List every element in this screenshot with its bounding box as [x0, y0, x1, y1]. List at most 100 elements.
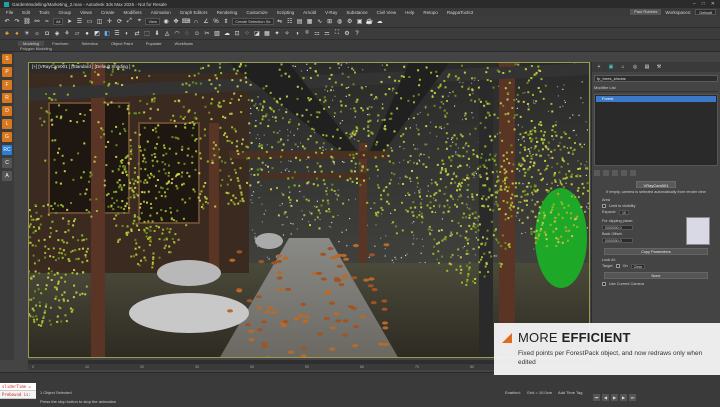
move-icon[interactable]: ✛: [105, 18, 113, 26]
vray-clipper-icon[interactable]: ✂: [203, 30, 211, 38]
vray-scene-convert-icon[interactable]: ⇄: [133, 30, 141, 38]
vray-camera-icon[interactable]: ◘: [43, 30, 51, 38]
clear-button[interactable]: Clear: [630, 263, 646, 269]
railclone-icon[interactable]: ♠: [13, 30, 21, 38]
show-end-result-icon[interactable]: [603, 170, 609, 176]
use-current-camera-checkbox[interactable]: [602, 281, 606, 286]
placement-icon[interactable]: ⌖: [135, 18, 143, 26]
vray-dome-icon[interactable]: ◠: [173, 30, 181, 38]
sign-in-button[interactable]: Paul Roberts: [630, 9, 662, 15]
next-frame-icon[interactable]: ▶: [620, 394, 627, 401]
named-selection-dropdown[interactable]: Create Selection Se: [232, 18, 274, 25]
configure-sets-icon[interactable]: [630, 170, 636, 176]
menu-civil-view[interactable]: Civil View: [377, 10, 396, 15]
menu-animation[interactable]: Animation: [151, 10, 171, 15]
script-line-2[interactable]: Prebound is:: [0, 391, 36, 399]
vray-help-icon[interactable]: ?: [353, 30, 361, 38]
undo-icon[interactable]: ↶: [3, 18, 11, 26]
snap-icon[interactable]: ∩: [192, 18, 200, 26]
vray-physical-camera-icon[interactable]: ⌾: [303, 30, 311, 38]
viewport-label[interactable]: [+] [VRayCam001 ] [Standard ] [Default S…: [32, 64, 130, 69]
scene-explorer-icon[interactable]: ▦: [306, 18, 314, 26]
vray-toon-icon[interactable]: ☺: [193, 30, 201, 38]
hierarchy-tab[interactable]: ⌂: [618, 64, 628, 70]
vray-light-mix-icon[interactable]: ⚏: [313, 30, 321, 38]
curve-editor-icon[interactable]: ∿: [316, 18, 324, 26]
vray-stereo-icon[interactable]: ◑: [293, 30, 301, 38]
vray-proxy-icon[interactable]: ◈: [53, 30, 61, 38]
viewport[interactable]: [+] [VRayCam001 ] [Standard ] [Default S…: [28, 62, 590, 358]
reference-coord-dropdown[interactable]: View: [145, 18, 161, 25]
menu-vray[interactable]: V-Ray: [325, 10, 337, 15]
menu-help[interactable]: Help: [405, 10, 414, 15]
vray-chaos-icon[interactable]: ✧: [283, 30, 291, 38]
vray-scatter-icon[interactable]: ⁘: [243, 30, 251, 38]
spinner-snap-icon[interactable]: ⇕: [222, 18, 230, 26]
maxscript-listener[interactable]: sliderTime = Prebound is:: [0, 383, 36, 399]
left-tool-railclone[interactable]: RC: [2, 145, 12, 155]
pin-stack-icon[interactable]: [594, 170, 600, 176]
ribbon-tab-freeform[interactable]: Freeform: [47, 41, 73, 46]
left-tool-6[interactable]: L: [2, 119, 12, 129]
left-tool-3[interactable]: F: [2, 80, 12, 90]
select-by-name-icon[interactable]: ☰: [75, 18, 83, 26]
render-frame-icon[interactable]: ▣: [356, 18, 364, 26]
motion-tab[interactable]: ◎: [630, 64, 640, 70]
vray-ies-icon[interactable]: ◬: [163, 30, 171, 38]
make-unique-icon[interactable]: [612, 170, 618, 176]
vray-light-icon[interactable]: ☀: [23, 30, 31, 38]
left-tool-9[interactable]: C: [2, 158, 12, 168]
vray-grid-icon[interactable]: ▦: [263, 30, 271, 38]
render-icon[interactable]: ☕: [366, 18, 374, 26]
limit-visibility-checkbox[interactable]: [602, 203, 606, 208]
forest-pack-icon[interactable]: ♣: [3, 30, 11, 38]
menu-group[interactable]: Group: [59, 10, 72, 15]
vray-bake-icon[interactable]: ⬚: [143, 30, 151, 38]
schematic-view-icon[interactable]: ⊞: [326, 18, 334, 26]
vray-plane-icon[interactable]: ▱: [73, 30, 81, 38]
vray-env-icon[interactable]: ⛶: [333, 30, 341, 38]
workspace-dropdown[interactable]: Default: [695, 9, 716, 15]
vray-settings-icon[interactable]: ⚙: [343, 30, 351, 38]
material-editor-icon[interactable]: ◍: [336, 18, 344, 26]
close-button[interactable]: ✕: [711, 1, 715, 7]
script-line-1[interactable]: sliderTime =: [0, 383, 36, 391]
ribbon-tab-selection[interactable]: Selection: [76, 41, 102, 46]
none-button[interactable]: None: [604, 271, 708, 279]
menu-customize[interactable]: Customize: [246, 10, 267, 15]
vray-cosmos-icon[interactable]: ✦: [273, 30, 281, 38]
manipulate-icon[interactable]: ✥: [172, 18, 180, 26]
percent-snap-icon[interactable]: %: [212, 18, 220, 26]
clipping-spinner[interactable]: 0000000.0: [602, 224, 634, 230]
go-to-start-icon[interactable]: ⏮: [593, 394, 600, 401]
render-online-icon[interactable]: ☁: [376, 18, 384, 26]
window-crossing-icon[interactable]: ◫: [95, 18, 103, 26]
menu-edit[interactable]: Edit: [22, 10, 30, 15]
ribbon-tab-workflows[interactable]: Workflows: [170, 41, 198, 46]
ribbon-sub-label[interactable]: Polygon Modeling: [0, 46, 720, 52]
vray-sphere-icon[interactable]: ●: [83, 30, 91, 38]
modifier-list-dropdown[interactable]: Modifier List: [594, 85, 718, 92]
menu-retopo[interactable]: Retopo: [423, 10, 438, 15]
previous-frame-icon[interactable]: ◀: [602, 394, 609, 401]
menu-rendering[interactable]: Rendering: [217, 10, 238, 15]
remove-modifier-icon[interactable]: [621, 170, 627, 176]
vray-vfb-icon[interactable]: ◧: [103, 30, 111, 38]
mirror-icon[interactable]: ⇋: [276, 18, 284, 26]
ribbon-tab-modeling[interactable]: Modeling: [18, 40, 45, 46]
menu-create[interactable]: Create: [101, 10, 115, 15]
menu-modifiers[interactable]: Modifiers: [124, 10, 142, 15]
menu-scripting[interactable]: Scripting: [277, 10, 295, 15]
back-offset-spinner[interactable]: 0000000.0: [602, 237, 634, 243]
camera-button[interactable]: VRayCam001: [636, 181, 676, 188]
copy-parameters-button[interactable]: Copy Parameters: [604, 247, 708, 255]
target-on-checkbox[interactable]: [615, 264, 620, 268]
vray-mesh-export-icon[interactable]: ⬇: [153, 30, 161, 38]
vray-fur-icon[interactable]: ⚘: [63, 30, 71, 38]
redo-icon[interactable]: ↷: [13, 18, 21, 26]
menu-graph-editors[interactable]: Graph Editors: [180, 10, 208, 15]
angle-snap-icon[interactable]: ∠: [202, 18, 210, 26]
menu-arnold[interactable]: Arnold: [303, 10, 316, 15]
vray-volume-icon[interactable]: ▧: [213, 30, 221, 38]
expand-spinner[interactable]: 10: [618, 209, 629, 215]
